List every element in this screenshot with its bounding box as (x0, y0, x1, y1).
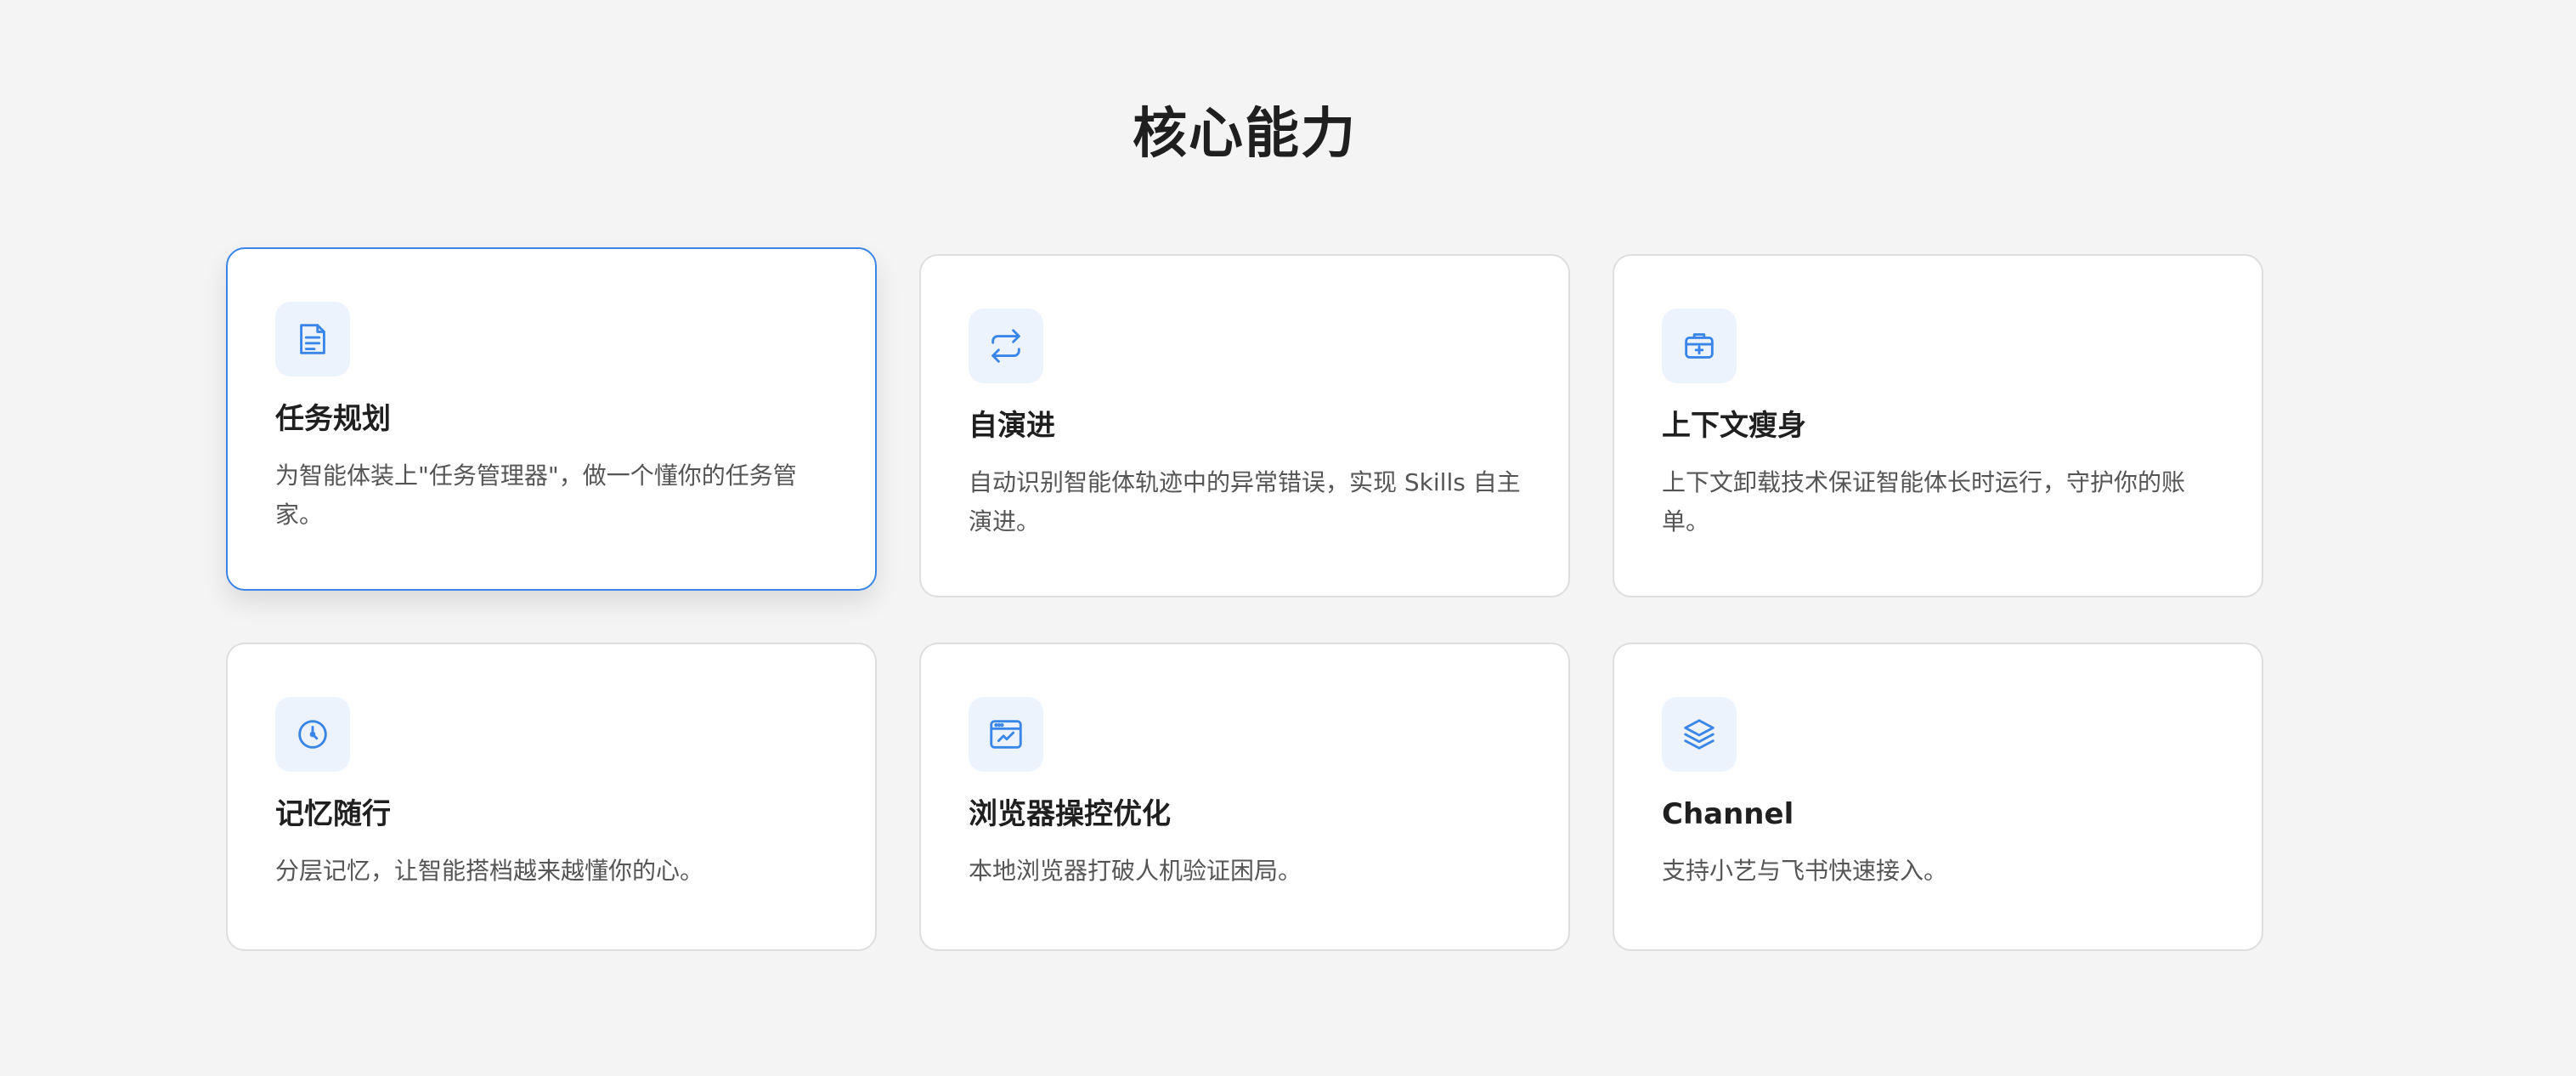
card-description: 分层记忆，让智能搭档越来越懂你的心。 (275, 857, 704, 885)
card-title: 自演进 (969, 409, 1055, 443)
card-title: Channel (1662, 797, 1794, 831)
capability-card-context-slimming[interactable]: 上下文瘦身 上下文卸载技术保证智能体长时运行，守护你的账单。 (1613, 254, 2263, 597)
card-title: 记忆随行 (275, 797, 391, 831)
compass-icon (275, 697, 350, 772)
browser-window-icon (969, 697, 1043, 772)
section-title: 核心能力 (1133, 103, 1357, 166)
capability-card-memory[interactable]: 记忆随行 分层记忆，让智能搭档越来越懂你的心。 (226, 643, 877, 951)
capability-card-browser-control[interactable]: 浏览器操控优化 本地浏览器打破人机验证困局。 (919, 643, 1570, 951)
card-title: 上下文瘦身 (1662, 409, 1806, 443)
task-list-icon (275, 302, 350, 377)
card-description: 为智能体装上"任务管理器"，做一个懂你的任务管家。 (275, 462, 797, 529)
capability-card-self-evolution[interactable]: 自演进 自动识别智能体轨迹中的异常错误，实现 Skills 自主演进。 (919, 254, 1570, 597)
repeat-arrows-icon (969, 309, 1043, 383)
card-description: 支持小艺与飞书快速接入。 (1662, 857, 1948, 885)
layers-icon (1662, 697, 1737, 772)
capability-card-channel[interactable]: Channel 支持小艺与飞书快速接入。 (1613, 643, 2263, 951)
capability-card-task-planning[interactable]: 任务规划 为智能体装上"任务管理器"，做一个懂你的任务管家。 (226, 247, 877, 591)
card-description: 自动识别智能体轨迹中的异常错误，实现 Skills 自主演进。 (969, 468, 1521, 535)
card-title: 浏览器操控优化 (969, 797, 1171, 831)
medical-kit-icon (1662, 309, 1737, 383)
card-description: 本地浏览器打破人机验证困局。 (969, 857, 1302, 885)
card-title: 任务规划 (275, 402, 391, 436)
card-description: 上下文卸载技术保证智能体长时运行，守护你的账单。 (1662, 468, 2186, 535)
